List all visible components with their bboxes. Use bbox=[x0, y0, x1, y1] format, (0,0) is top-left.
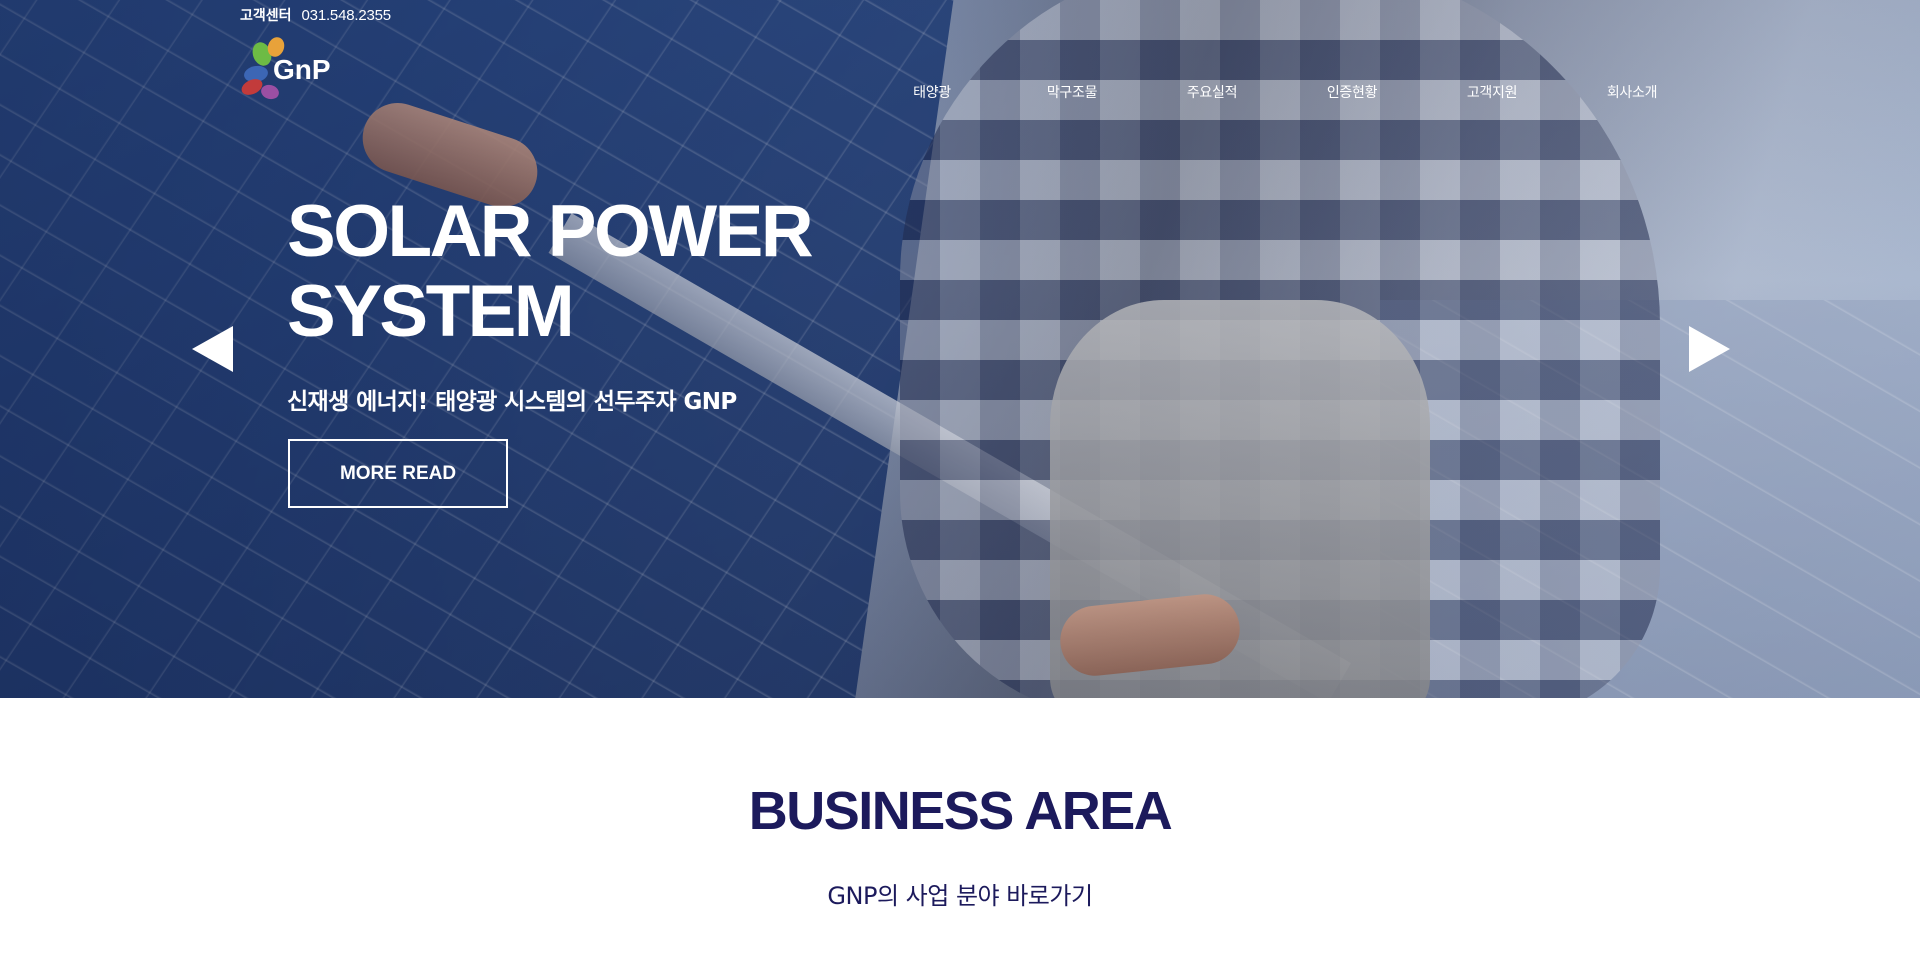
main-nav: 태양광 막구조물 주요실적 인증현황 고객지원 회사소개 bbox=[862, 82, 1702, 106]
customer-center-bar: 고객센터 031.548.2355 bbox=[240, 5, 391, 25]
gnp-logo[interactable]: GnP bbox=[240, 32, 350, 104]
hero-title-line1: SOLAR POWER bbox=[287, 191, 814, 272]
business-area-title: BUSINESS AREA bbox=[748, 781, 1173, 841]
nav-item-solar[interactable]: 태양광 bbox=[862, 82, 1002, 106]
nav-item-major-projects[interactable]: 주요실적 bbox=[1142, 82, 1282, 106]
triangle-left-icon bbox=[192, 326, 233, 372]
nav-item-certifications[interactable]: 인증현황 bbox=[1282, 82, 1422, 106]
slider-prev-button[interactable] bbox=[192, 326, 234, 372]
hero-title: SOLAR POWER SYSTEM bbox=[287, 192, 907, 352]
slider-next-button[interactable] bbox=[1688, 326, 1730, 372]
hero-title-line2: SYSTEM bbox=[287, 271, 575, 352]
more-read-button[interactable]: MORE READ bbox=[288, 439, 508, 508]
nav-item-customer-support[interactable]: 고객지원 bbox=[1422, 82, 1562, 106]
nav-item-membrane-structure[interactable]: 막구조물 bbox=[1002, 82, 1142, 106]
customer-center-phone[interactable]: 031.548.2355 bbox=[302, 7, 392, 24]
gnp-logo-mark: GnP bbox=[241, 37, 331, 100]
customer-center-label: 고객센터 bbox=[240, 8, 292, 24]
triangle-right-icon bbox=[1689, 326, 1730, 372]
business-area-subtitle: GNP의 사업 분야 바로가기 bbox=[827, 882, 1093, 910]
hero-subtitle: 신재생 에너지! 태양광 시스템의 선두주자 GNP bbox=[287, 389, 737, 415]
nav-item-company-intro[interactable]: 회사소개 bbox=[1562, 82, 1702, 106]
svg-text:GnP: GnP bbox=[273, 54, 331, 85]
